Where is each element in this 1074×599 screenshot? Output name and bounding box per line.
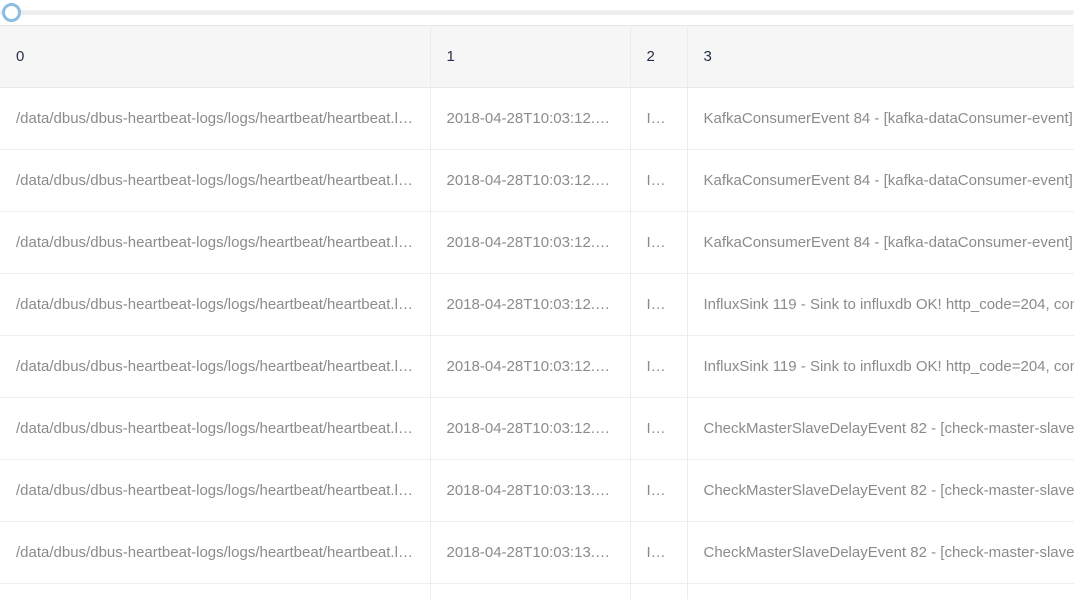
cell-c3: KafkaConsumerEvent 84 - [kafka-dataConsu… [687,149,1074,212]
table-row[interactable]: /data/dbus/dbus-heartbeat-logs/logs/hear… [0,521,1074,584]
cell-c3: CheckMasterSlaveDelayEvent 82 - [check-m… [687,459,1074,522]
cell-c2: IN… [630,459,688,522]
table-body: /data/dbus/dbus-heartbeat-logs/logs/hear… [0,87,1074,599]
cell-c0: /data/dbus/dbus-heartbeat-logs/logs/hear… [0,273,431,336]
table-row[interactable]: /data/dbus/dbus-heartbeat-logs/logs/hear… [0,459,1074,522]
table-row[interactable]: /data/dbus/dbus-heartbeat-logs/logs/hear… [0,211,1074,274]
cell-c1: 2018-04-28T10:03:12.173Z [430,397,631,460]
cell-c2: IN… [630,583,688,599]
table-row[interactable]: /data/dbus/dbus-heartbeat-logs/logs/hear… [0,397,1074,460]
cell-c1: 2018-04-28T10:03:13.175Z [430,521,631,584]
cell-c1: 2018-04-28T10:03:12.173Z [430,335,631,398]
table-row[interactable]: /data/dbus/dbus-heartbeat-logs/logs/hear… [0,583,1074,599]
cell-c0: /data/dbus/dbus-heartbeat-logs/logs/hear… [0,397,431,460]
cell-c0: /data/dbus/dbus-heartbeat-logs/logs/hear… [0,87,431,150]
column-header-c3[interactable]: 3 [687,25,1074,88]
log-table: 0123 /data/dbus/dbus-heartbeat-logs/logs… [0,25,1074,599]
cell-c2: IN… [630,87,688,150]
table-row[interactable]: /data/dbus/dbus-heartbeat-logs/logs/hear… [0,273,1074,336]
cell-c2: IN… [630,521,688,584]
cell-c3: CheckMasterSlaveDelayEvent 82 - [check-m… [687,397,1074,460]
cell-c1: 2018-04-28T10:03:12.172Z [430,149,631,212]
cell-c1: 2018-04-28T10:03:12.172Z [430,87,631,150]
cell-c3: KafkaConsumerEvent 84 - [kafka-dataConsu… [687,87,1074,150]
cell-c0: /data/dbus/dbus-heartbeat-logs/logs/hear… [0,335,431,398]
table-header-row: 0123 [0,25,1074,88]
slider-track[interactable] [0,10,1074,15]
cell-c0: /data/dbus/dbus-heartbeat-logs/logs/hear… [0,459,431,522]
table-header: 0123 [0,25,1074,88]
horizontal-scroll-slider[interactable] [0,0,1074,25]
cell-c3: CheckMasterSlaveDelayEvent 82 - [check-m… [687,583,1074,599]
cell-c2: IN… [630,273,688,336]
column-header-c2[interactable]: 2 [630,25,688,88]
log-table-container[interactable]: 0123 /data/dbus/dbus-heartbeat-logs/logs… [0,25,1074,599]
cell-c3: CheckMasterSlaveDelayEvent 82 - [check-m… [687,521,1074,584]
column-header-c0[interactable]: 0 [0,25,431,88]
cell-c2: IN… [630,397,688,460]
cell-c3: InfluxSink 119 - Sink to influxdb OK! ht… [687,335,1074,398]
cell-c1: 2018-04-28T10:03:12.172Z [430,211,631,274]
table-row[interactable]: /data/dbus/dbus-heartbeat-logs/logs/hear… [0,87,1074,150]
cell-c1: 2018-04-28T10:03:12.173Z [430,273,631,336]
cell-c2: IN… [630,211,688,274]
cell-c0: /data/dbus/dbus-heartbeat-logs/logs/hear… [0,211,431,274]
cell-c1: 2018-04-28T10:03:13.175Z [430,459,631,522]
cell-c1: 2018-04-28T10:03:13.175Z [430,583,631,599]
cell-c0: /data/dbus/dbus-heartbeat-logs/logs/hear… [0,521,431,584]
slider-handle[interactable] [2,3,21,22]
cell-c3: KafkaConsumerEvent 84 - [kafka-dataConsu… [687,211,1074,274]
table-row[interactable]: /data/dbus/dbus-heartbeat-logs/logs/hear… [0,335,1074,398]
cell-c2: IN… [630,149,688,212]
cell-c2: IN… [630,335,688,398]
cell-c3: InfluxSink 119 - Sink to influxdb OK! ht… [687,273,1074,336]
column-header-c1[interactable]: 1 [430,25,631,88]
cell-c0: /data/dbus/dbus-heartbeat-logs/logs/hear… [0,583,431,599]
cell-c0: /data/dbus/dbus-heartbeat-logs/logs/hear… [0,149,431,212]
table-row[interactable]: /data/dbus/dbus-heartbeat-logs/logs/hear… [0,149,1074,212]
